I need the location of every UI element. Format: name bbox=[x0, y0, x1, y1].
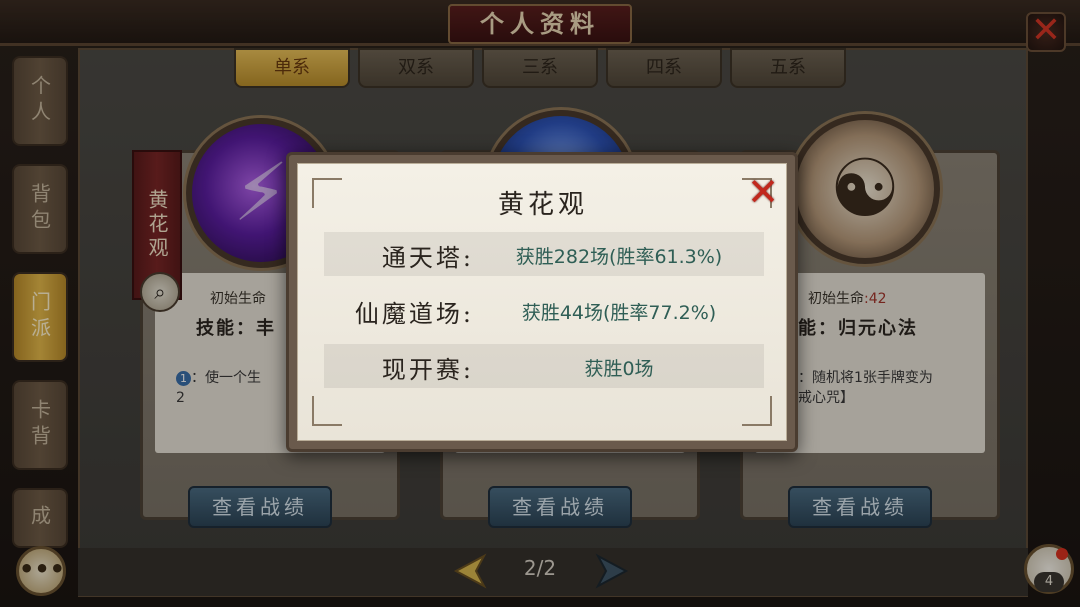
popup-title: 黄花观 bbox=[497, 190, 588, 220]
stat-label: 通天塔: bbox=[381, 244, 474, 272]
popup-panel: 黄花观 ✕ 通天塔: 获胜282场(胜率61.3%) 仙魔道场: 获胜44场(胜… bbox=[297, 163, 787, 441]
stat-value: 获胜0场 bbox=[584, 358, 654, 380]
stat-row-tower: 通天塔: 获胜282场(胜率61.3%) bbox=[324, 232, 764, 276]
popup-close-icon[interactable]: ✕ bbox=[744, 173, 782, 212]
game-screen: 个人资料 ✕ 个人 背包 门派 卡背 成 单系 双系 三系 四系 五系 ⚡ 黄花… bbox=[0, 0, 1080, 607]
ornament-corner bbox=[742, 396, 772, 426]
stat-label: 仙魔道场: bbox=[354, 300, 474, 328]
stat-value: 获胜44场(胜率77.2%) bbox=[521, 302, 717, 324]
stat-label: 现开赛: bbox=[381, 356, 474, 384]
sect-record-popup: 黄花观 ✕ 通天塔: 获胜282场(胜率61.3%) 仙魔道场: 获胜44场(胜… bbox=[286, 152, 798, 452]
stat-value: 获胜282场(胜率61.3%) bbox=[515, 246, 723, 268]
ornament-corner bbox=[312, 396, 342, 426]
stat-row-arena: 仙魔道场: 获胜44场(胜率77.2%) bbox=[324, 288, 764, 332]
stat-row-open-match: 现开赛: 获胜0场 bbox=[324, 344, 764, 388]
